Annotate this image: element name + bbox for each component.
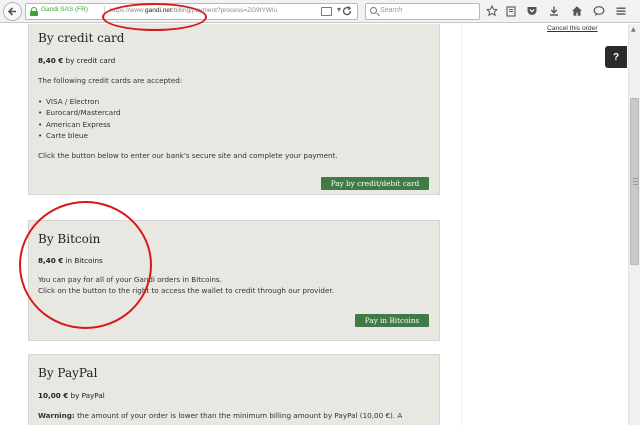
- back-button[interactable]: [3, 2, 22, 21]
- site-identity[interactable]: Gandi SAS (FR): [41, 6, 88, 13]
- pocket-icon[interactable]: [525, 4, 539, 18]
- credit-card-title: By credit card: [38, 31, 125, 45]
- credit-card-section: By credit card 8,40 € by credit card The…: [28, 24, 440, 195]
- list-item: Eurocard/Mastercard: [38, 107, 121, 118]
- paypal-price: 10,00 € by PayPal: [38, 391, 105, 400]
- scroll-up-icon[interactable]: ▲: [631, 26, 636, 33]
- credit-card-intro: The following credit cards are accepted:: [38, 76, 183, 85]
- pay-by-card-button[interactable]: Pay by credit/debit card: [321, 177, 429, 190]
- credit-card-price: 8,40 € by credit card: [38, 56, 116, 65]
- vertical-scrollbar[interactable]: ▲: [628, 24, 640, 425]
- back-arrow-icon: [7, 7, 16, 16]
- scrollbar-thumb[interactable]: [630, 98, 639, 265]
- paypal-title: By PayPal: [38, 366, 98, 380]
- list-item: VISA / Electron: [38, 96, 121, 107]
- hamburger-menu-icon[interactable]: [614, 4, 628, 18]
- cancel-order-link[interactable]: Cancel this order: [547, 25, 598, 32]
- paypal-warning: Warning: the amount of your order is low…: [38, 411, 403, 420]
- search-icon: [370, 7, 377, 14]
- credit-card-instruction: Click the button below to enter our bank…: [38, 151, 338, 160]
- bookmarks-library-icon[interactable]: [504, 4, 518, 18]
- bookmark-star-icon[interactable]: [485, 4, 499, 18]
- reload-button[interactable]: [338, 3, 355, 19]
- reload-icon: [342, 6, 351, 16]
- search-bar[interactable]: Search: [365, 3, 480, 20]
- lock-icon: [30, 7, 38, 16]
- pay-in-bitcoins-button[interactable]: Pay in Bitcoins: [355, 314, 429, 327]
- help-button[interactable]: ?: [605, 46, 627, 68]
- home-icon[interactable]: [570, 4, 584, 18]
- accepted-cards-list: VISA / Electron Eurocard/Mastercard Amer…: [38, 96, 121, 141]
- browser-toolbar: Gandi SAS (FR) https://www.gandi.net/bil…: [0, 0, 640, 23]
- reader-view-icon[interactable]: [321, 7, 332, 16]
- list-item: American Express: [38, 119, 121, 130]
- paypal-section: By PayPal 10,00 € by PayPal Warning: the…: [28, 354, 440, 425]
- download-icon[interactable]: [547, 4, 561, 18]
- search-placeholder: Search: [380, 7, 403, 14]
- list-item: Carte bleue: [38, 130, 121, 141]
- chat-icon[interactable]: [592, 4, 606, 18]
- annotation-circle-url: [102, 3, 207, 31]
- sidebar-divider: [461, 24, 462, 425]
- annotation-circle-bitcoin: [19, 201, 152, 329]
